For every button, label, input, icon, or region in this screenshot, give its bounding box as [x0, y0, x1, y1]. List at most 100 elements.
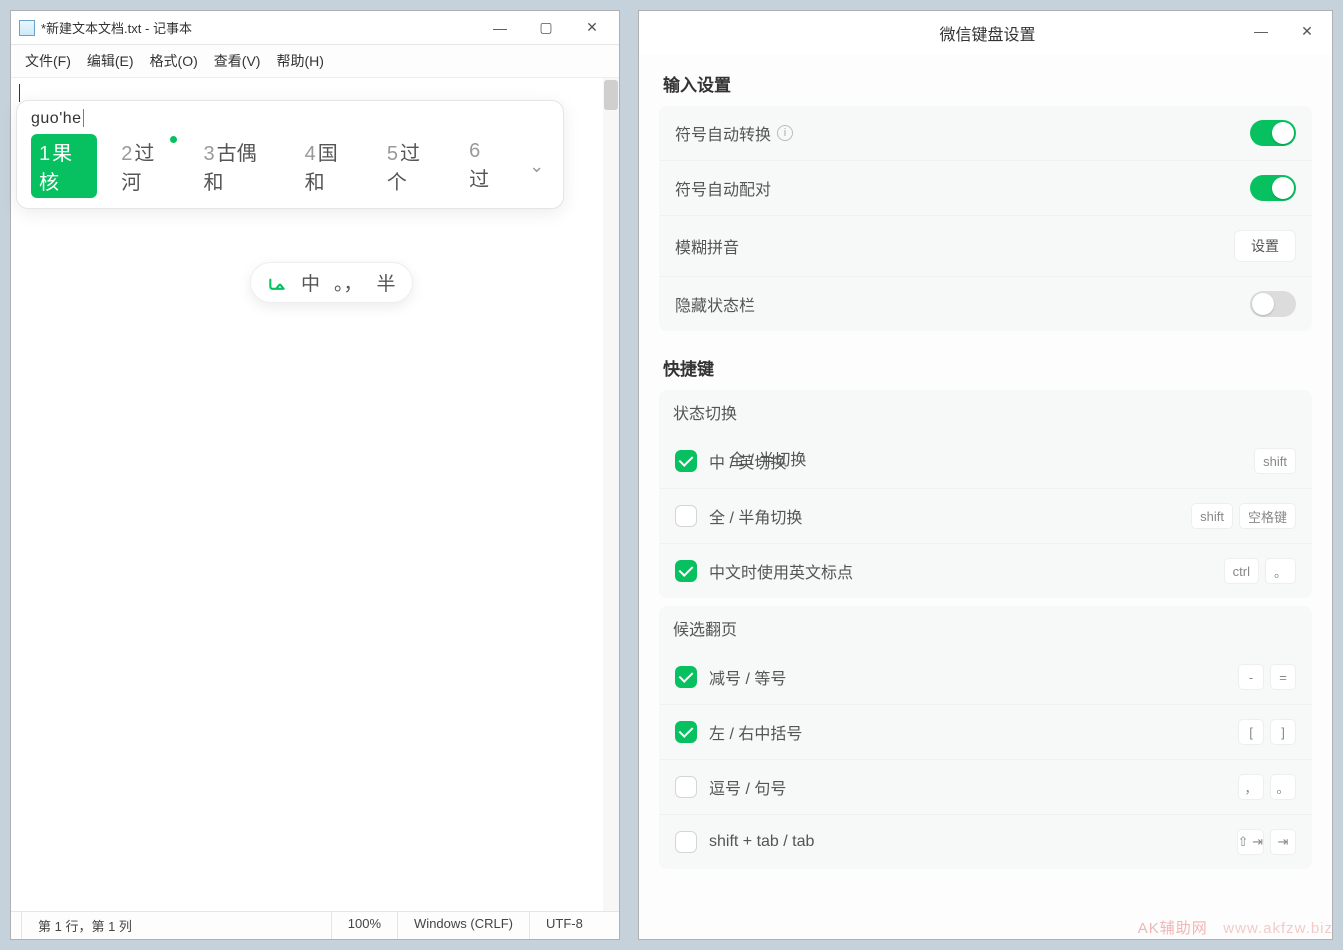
section-input-title: 输入设置: [659, 55, 1312, 106]
key-badge: 。: [1270, 774, 1296, 800]
key-group: ctrl。: [1224, 558, 1296, 584]
paging-row-label: shift + tab / tab: [709, 833, 1237, 851]
input-row-label: 模糊拼音: [675, 234, 1234, 258]
toggle-1[interactable]: [1250, 175, 1296, 201]
text-cursor: [19, 84, 20, 102]
input-row-label: 符号自动配对: [675, 176, 1250, 200]
sub-state-switch: 状态切换: [659, 390, 1312, 434]
ime-candidates: 1果核2过河3古偶和 4国和5过个 6过 ⌄: [31, 134, 549, 198]
ime-logo-icon: [267, 273, 287, 293]
key-badge: 。: [1265, 558, 1296, 584]
state-row-label: 中 / 英切换全 / 半切换: [709, 449, 1254, 473]
key-badge: ⇥: [1270, 829, 1296, 855]
key-badge: =: [1270, 664, 1296, 690]
ime-status-bar[interactable]: 中 。， 半: [250, 262, 413, 303]
settings-close-button[interactable]: ✕: [1284, 15, 1330, 47]
input-row-1: 符号自动配对: [659, 160, 1312, 215]
menu-help[interactable]: 帮助(H): [272, 49, 327, 73]
scrollbar[interactable]: [603, 78, 619, 911]
paging-row-label: 逗号 / 句号: [709, 775, 1238, 799]
settings-body[interactable]: 输入设置 符号自动转换i符号自动配对模糊拼音设置隐藏状态栏 快捷键 状态切换 中…: [639, 55, 1332, 939]
paging-row-2: 逗号 / 句号，。: [659, 759, 1312, 814]
status-encoding: UTF-8: [529, 912, 619, 939]
input-row-2: 模糊拼音设置: [659, 215, 1312, 276]
maximize-button[interactable]: ▢: [523, 12, 569, 44]
checkbox[interactable]: [675, 776, 697, 798]
panel-state-switch: 状态切换 中 / 英切换全 / 半切换shift全 / 半角切换shift空格键…: [659, 390, 1312, 598]
notepad-title: *新建文本文档.txt - 记事本: [41, 18, 477, 37]
key-group: []: [1238, 719, 1296, 745]
checkbox[interactable]: [675, 666, 697, 688]
menu-format[interactable]: 格式(O): [146, 49, 202, 73]
settings-titlebar[interactable]: 微信键盘设置 — ✕: [639, 11, 1332, 55]
settings-window: 微信键盘设置 — ✕ 输入设置 符号自动转换i符号自动配对模糊拼音设置隐藏状态栏…: [638, 10, 1333, 940]
scrollbar-thumb[interactable]: [604, 80, 618, 110]
ime-expand-icon[interactable]: ⌄: [524, 156, 549, 177]
info-icon[interactable]: i: [777, 125, 793, 141]
notepad-icon: [19, 20, 35, 36]
ime-candidate-4[interactable]: 4国和: [297, 134, 363, 198]
close-button[interactable]: ✕: [569, 12, 615, 44]
ime-mode-width[interactable]: 半: [377, 269, 396, 296]
sub-paging: 候选翻页: [659, 606, 1312, 650]
key-badge: shift: [1191, 503, 1233, 529]
paging-row-0: 减号 / 等号-=: [659, 650, 1312, 704]
panel-paging: 候选翻页 减号 / 等号-=左 / 右中括号[]逗号 / 句号，。shift +…: [659, 606, 1312, 869]
menu-file[interactable]: 文件(F): [21, 49, 75, 73]
input-row-label: 符号自动转换i: [675, 121, 1250, 145]
key-badge: ⇧ ⇥: [1237, 829, 1264, 855]
input-row-0: 符号自动转换i: [659, 106, 1312, 160]
ime-input-display: guo'he: [31, 109, 549, 128]
checkbox[interactable]: [675, 450, 697, 472]
input-row-label: 隐藏状态栏: [675, 292, 1250, 316]
ime-candidate-1[interactable]: 1果核: [31, 134, 97, 198]
checkbox[interactable]: [675, 721, 697, 743]
key-badge: ，: [1238, 774, 1264, 800]
key-group: shift空格键: [1191, 503, 1296, 529]
settings-minimize-button[interactable]: —: [1238, 15, 1284, 47]
state-row-0: 中 / 英切换全 / 半切换shift: [659, 434, 1312, 488]
settings-button[interactable]: 设置: [1234, 230, 1296, 262]
key-group: -=: [1238, 664, 1296, 690]
watermark: AK辅助网 www.akfzw.biz: [1138, 917, 1333, 938]
ime-mode-chinese[interactable]: 中: [301, 269, 320, 296]
checkbox[interactable]: [675, 505, 697, 527]
key-group: ⇧ ⇥⇥: [1237, 829, 1296, 855]
paging-row-1: 左 / 右中括号[]: [659, 704, 1312, 759]
state-row-2: 中文时使用英文标点ctrl。: [659, 543, 1312, 598]
ime-mode-punct[interactable]: 。，: [334, 269, 363, 296]
minimize-button[interactable]: —: [477, 12, 523, 44]
ime-candidate-6[interactable]: 6过: [461, 137, 508, 195]
key-group: ，。: [1238, 774, 1296, 800]
key-badge: -: [1238, 664, 1264, 690]
statusbar: 第 1 行，第 1 列 100% Windows (CRLF) UTF-8: [11, 911, 619, 939]
checkbox[interactable]: [675, 560, 697, 582]
state-row-label: 中文时使用英文标点: [709, 559, 1224, 583]
toggle-3[interactable]: [1250, 291, 1296, 317]
ime-candidate-box: guo'he 1果核2过河3古偶和 4国和5过个 6过 ⌄: [16, 100, 564, 209]
key-group: shift: [1254, 448, 1296, 474]
paging-row-label: 减号 / 等号: [709, 665, 1238, 689]
status-pos: 第 1 行，第 1 列: [21, 912, 331, 939]
ime-candidate-2[interactable]: 2过河: [113, 134, 179, 198]
section-shortcut-title: 快捷键: [659, 339, 1312, 390]
ime-candidate-3[interactable]: 3古偶和: [195, 134, 280, 198]
key-badge: ]: [1270, 719, 1296, 745]
input-row-3: 隐藏状态栏: [659, 276, 1312, 331]
paging-row-3: shift + tab / tab⇧ ⇥⇥: [659, 814, 1312, 869]
menu-view[interactable]: 查看(V): [210, 49, 265, 73]
state-row-label: 全 / 半角切换: [709, 504, 1191, 528]
status-zoom: 100%: [331, 912, 397, 939]
ime-candidate-5[interactable]: 5过个: [379, 134, 445, 198]
key-badge: 空格键: [1239, 503, 1296, 529]
toggle-0[interactable]: [1250, 120, 1296, 146]
key-badge: ctrl: [1224, 558, 1259, 584]
paging-row-label: 左 / 右中括号: [709, 720, 1238, 744]
checkbox[interactable]: [675, 831, 697, 853]
key-badge: shift: [1254, 448, 1296, 474]
notepad-titlebar[interactable]: *新建文本文档.txt - 记事本 — ▢ ✕: [11, 11, 619, 45]
menubar: 文件(F) 编辑(E) 格式(O) 查看(V) 帮助(H): [11, 45, 619, 78]
menu-edit[interactable]: 编辑(E): [83, 49, 138, 73]
settings-title: 微信键盘设置: [939, 21, 1035, 45]
state-row-1: 全 / 半角切换shift空格键: [659, 488, 1312, 543]
